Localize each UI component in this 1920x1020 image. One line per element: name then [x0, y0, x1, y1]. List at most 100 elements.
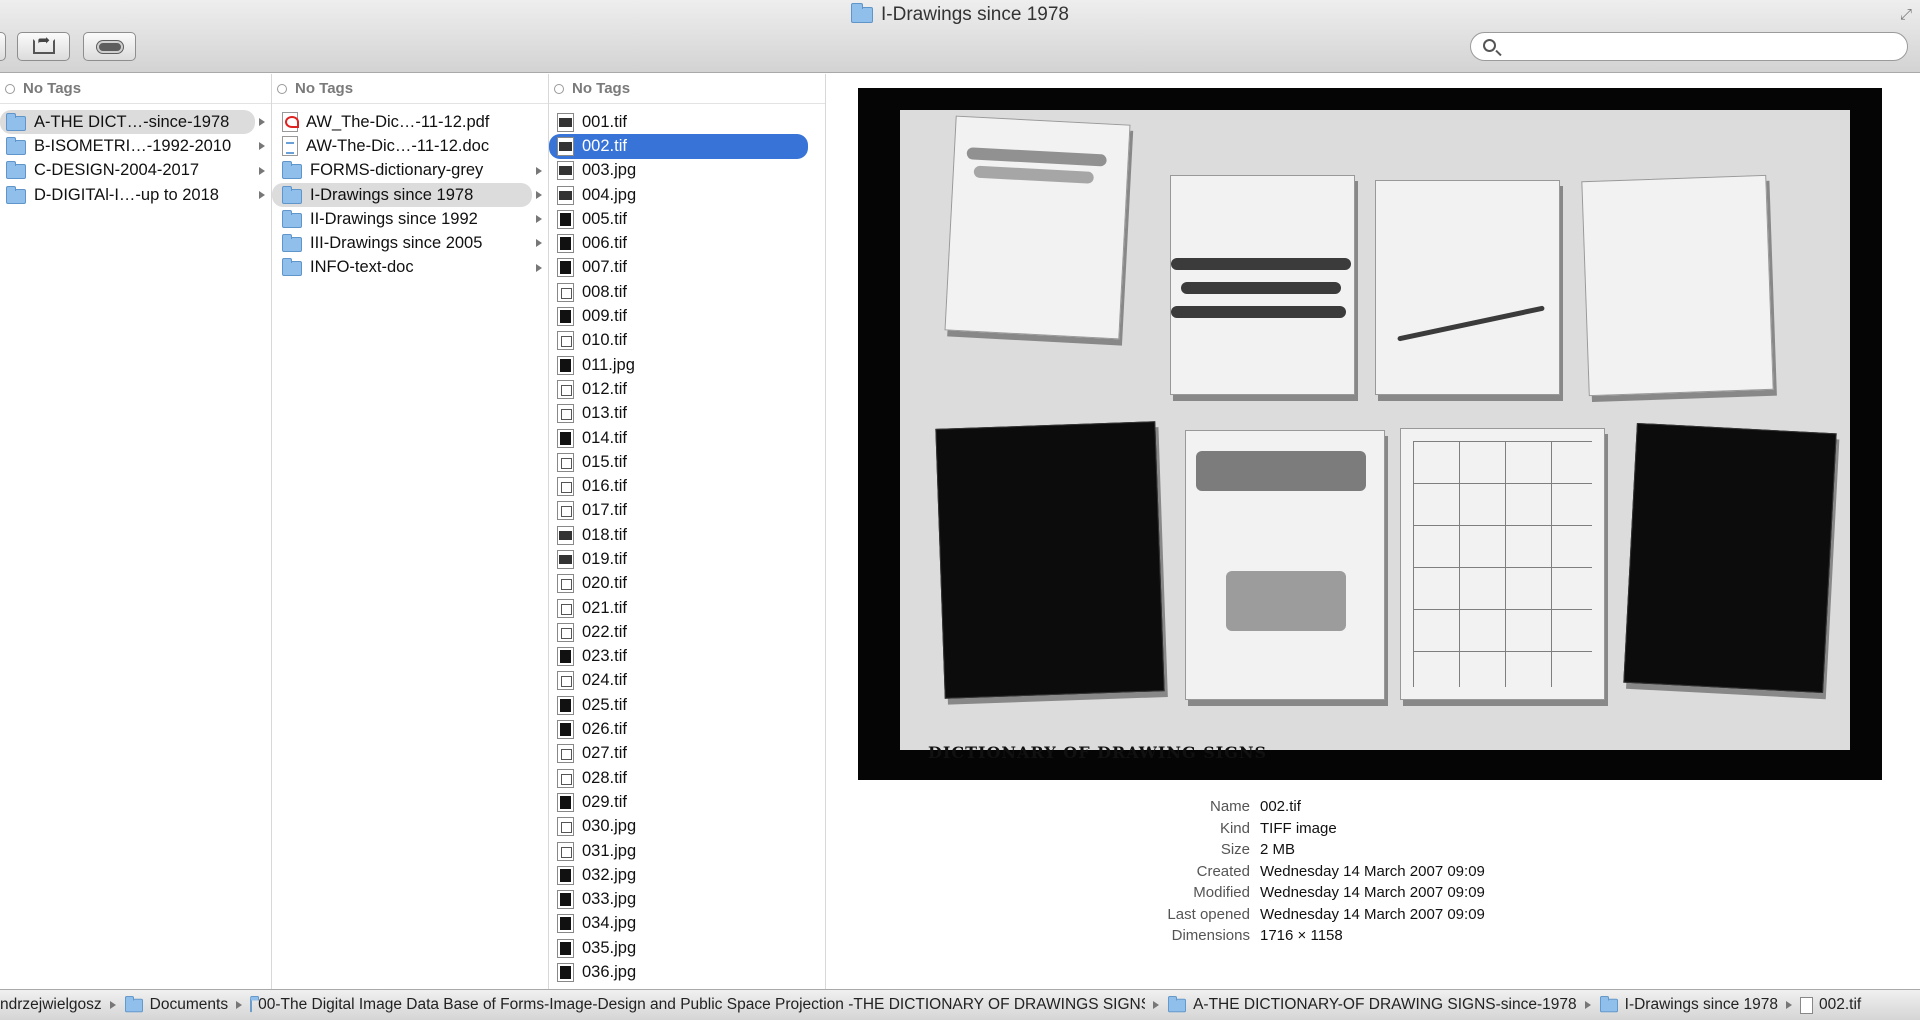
path-crumb-label: ndrzejwielgosz	[0, 996, 102, 1013]
file-row[interactable]: 019.tif	[549, 547, 825, 571]
file-row[interactable]: 036.jpg	[549, 960, 825, 984]
folder-icon	[851, 3, 873, 23]
image-thumbnail-icon	[557, 452, 574, 472]
file-row[interactable]: 006.tif	[549, 231, 825, 255]
preview-pane: DICTIONARY OF DRAWING SIGNS Name 002.tif K…	[826, 74, 1920, 989]
file-row[interactable]: 014.tif	[549, 426, 825, 450]
search-input[interactable]	[1470, 32, 1908, 61]
file-row[interactable]: 029.tif	[549, 790, 825, 814]
file-row[interactable]: 028.tif	[549, 766, 825, 790]
file-row[interactable]: 002.tif	[549, 134, 808, 159]
photo-sheet	[900, 110, 1850, 750]
file-row[interactable]: 004.jpg	[549, 183, 825, 207]
path-crumb[interactable]: 00-The Digital Image Data Base of Forms-…	[250, 996, 1145, 1014]
file-row[interactable]: 001.tif	[549, 110, 825, 134]
info-row: Last opened Wednesday 14 March 2007 09:09	[826, 906, 1920, 928]
row-label: 009.tif	[582, 307, 627, 326]
info-value: Wednesday 14 March 2007 09:09	[1260, 862, 1485, 880]
file-row[interactable]: 026.tif	[549, 717, 825, 741]
row-label: 020.tif	[582, 574, 627, 593]
info-row: Dimensions 1716 × 1158	[826, 927, 1920, 949]
file-row[interactable]: 010.tif	[549, 329, 825, 353]
row-label: 023.tif	[582, 647, 627, 666]
window-titlebar: I-Drawings since 1978 ⤢	[0, 0, 1920, 73]
row-label: 001.tif	[582, 112, 627, 131]
info-label: Modified	[1193, 884, 1250, 901]
row-label: 006.tif	[582, 234, 627, 253]
column-header: No Tags	[549, 74, 825, 104]
file-row[interactable]: 009.tif	[549, 304, 825, 328]
disclosure-arrow-icon	[536, 239, 542, 248]
info-row: Created Wednesday 14 March 2007 09:09	[826, 863, 1920, 885]
file-row[interactable]: 016.tif	[549, 474, 825, 498]
file-row[interactable]: 008.tif	[549, 280, 825, 304]
image-thumbnail-icon	[557, 331, 574, 351]
path-crumb[interactable]: 002.tif	[1800, 996, 1861, 1014]
file-row[interactable]: 033.jpg	[549, 888, 825, 912]
file-row[interactable]: 030.jpg	[549, 815, 825, 839]
path-crumb[interactable]: I-Drawings since 1978	[1599, 995, 1778, 1014]
column-2[interactable]: No Tags AW_The-Dic…-11-12.pdf AW-The-Dic……	[272, 74, 549, 989]
row-label: C-DESIGN-2004-2017	[34, 161, 200, 180]
info-value: 002.tif	[1260, 798, 1301, 815]
folder-row[interactable]: I-Drawings since 1978	[272, 182, 542, 208]
file-row[interactable]: 025.tif	[549, 693, 825, 717]
path-crumb[interactable]: A-THE DICTIONARY-OF DRAWING SIGNS-since-…	[1167, 995, 1577, 1014]
file-row[interactable]: 017.tif	[549, 499, 825, 523]
info-label: Last opened	[1167, 905, 1250, 923]
image-thumbnail-icon	[557, 428, 574, 448]
row-label: 011.jpg	[582, 355, 635, 374]
file-row[interactable]: 011.jpg	[549, 353, 825, 377]
path-bar: ndrzejwielgosz Documents 00-The Digital Im…	[0, 989, 1920, 1020]
file-row[interactable]: AW-The-Dic…-11-12.doc	[272, 134, 548, 158]
tag-button[interactable]	[83, 32, 136, 61]
folder-row[interactable]: INFO-text-doc	[272, 256, 548, 280]
row-label: III-Drawings since 2005	[310, 234, 483, 253]
folder-row[interactable]: II-Drawings since 1992	[272, 207, 548, 231]
file-row[interactable]: AW_The-Dic…-11-12.pdf	[272, 110, 548, 134]
file-row[interactable]: 024.tif	[549, 669, 825, 693]
folder-row[interactable]: A-THE DICT…-since-1978	[0, 110, 265, 135]
resize-icon[interactable]: ⤢	[1900, 6, 1912, 23]
file-row[interactable]: 012.tif	[549, 377, 825, 401]
file-row[interactable]: 021.tif	[549, 596, 825, 620]
file-row[interactable]: 023.tif	[549, 645, 825, 669]
column-3[interactable]: No Tags 001.tif 002.tif 003.jpg 004.jpg 005.…	[549, 74, 826, 989]
path-crumb-label: I-Drawings since 1978	[1624, 996, 1778, 1013]
view-button[interactable]	[0, 32, 6, 61]
column-1[interactable]: No Tags A-THE DICT…-since-1978 B-ISOMETRI…	[0, 74, 272, 989]
file-row[interactable]: 007.tif	[549, 256, 825, 280]
file-row[interactable]: 027.tif	[549, 742, 825, 766]
path-separator-icon	[1786, 1001, 1792, 1009]
info-label: Kind	[1219, 819, 1250, 837]
folder-icon	[282, 185, 302, 204]
folder-row[interactable]: D-DIGITAl-I…-up to 2018	[0, 183, 271, 207]
row-label: 031.jpg	[582, 841, 637, 860]
path-crumb[interactable]: ndrzejwielgosz	[0, 996, 102, 1014]
file-row[interactable]: 032.jpg	[549, 863, 825, 887]
path-separator-icon	[109, 1001, 116, 1009]
path-crumb[interactable]: Documents	[124, 995, 228, 1014]
file-row[interactable]: 005.tif	[549, 207, 825, 231]
file-row[interactable]: 003.jpg	[549, 159, 825, 183]
file-row[interactable]: 034.jpg	[549, 912, 825, 936]
doc-file-icon	[282, 136, 298, 157]
image-thumbnail-icon	[557, 792, 574, 812]
folder-row[interactable]: C-DESIGN-2004-2017	[0, 159, 271, 183]
folder-icon	[1168, 995, 1187, 1012]
folder-row[interactable]: FORMS-dictionary-grey	[272, 159, 548, 183]
file-row[interactable]: 031.jpg	[549, 839, 825, 863]
row-label: 014.tif	[582, 428, 627, 447]
photo-stack	[1185, 430, 1385, 700]
file-row[interactable]: 015.tif	[549, 450, 825, 474]
file-row[interactable]: 013.tif	[549, 402, 825, 426]
file-row[interactable]: 018.tif	[549, 523, 825, 547]
file-row[interactable]: 022.tif	[549, 620, 825, 644]
folder-row[interactable]: III-Drawings since 2005	[272, 231, 548, 255]
folder-row[interactable]: B-ISOMETRI…-1992-2010	[0, 134, 271, 158]
file-row[interactable]: 020.tif	[549, 572, 825, 596]
row-label: 016.tif	[582, 477, 627, 496]
file-row[interactable]: 035.jpg	[549, 936, 825, 960]
info-label: Created	[1196, 862, 1250, 880]
share-button[interactable]	[17, 31, 70, 61]
